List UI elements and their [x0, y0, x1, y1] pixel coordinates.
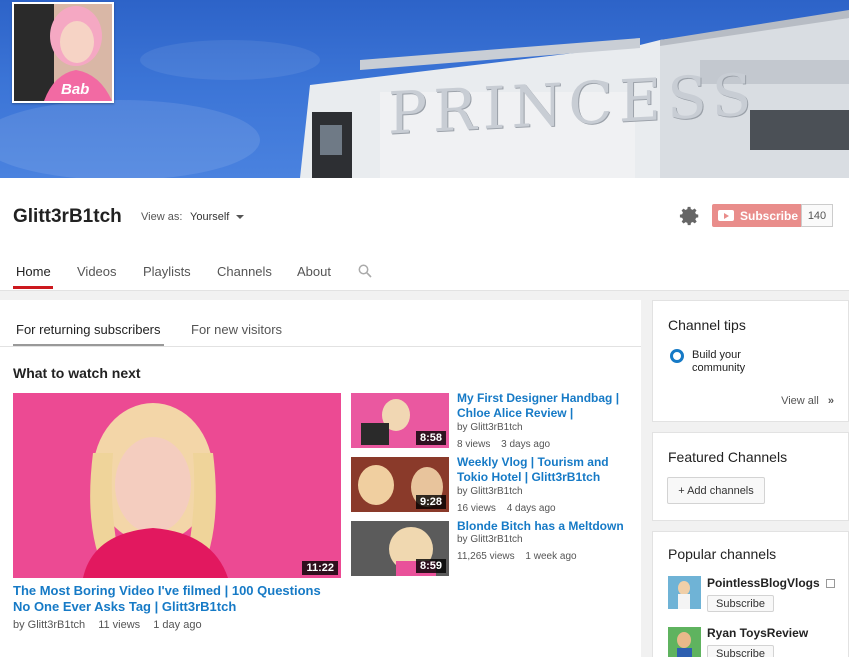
view-as-dropdown[interactable]: Yourself [190, 211, 245, 223]
avatar-shirt-text: Bab [61, 81, 90, 98]
video-views: 11,265 views [457, 551, 515, 562]
verified-icon [826, 579, 835, 588]
channel-avatar-image [668, 576, 701, 609]
channel-name[interactable]: Glitt3rB1tch [13, 206, 122, 228]
tab-home[interactable]: Home [16, 264, 51, 279]
channel-avatar[interactable] [668, 576, 701, 609]
video-age: 3 days ago [501, 439, 551, 450]
tab-channels[interactable]: Channels [217, 264, 272, 279]
channel-avatar-image [668, 627, 701, 657]
channel-tips-title: Channel tips [668, 317, 746, 333]
video-views: 8 views [457, 439, 491, 450]
section-title: What to watch next [13, 365, 141, 381]
subscribe-button[interactable]: Subscribe [707, 595, 774, 612]
video-title[interactable]: My First Designer Handbag | Chloe Alice … [457, 391, 637, 421]
video-meta: 11,265 views 1 week ago [457, 551, 585, 562]
view-all-label: View all [781, 395, 819, 407]
divider [0, 346, 641, 347]
video-title[interactable]: Weekly Vlog | Tourism and Tokio Hotel | … [457, 455, 637, 485]
subscriber-count: 140 [801, 204, 833, 227]
featured-video-meta: by Glitt3rB1tch 11 views 1 day ago [13, 619, 212, 631]
featured-video-title[interactable]: The Most Boring Video I've filmed | 100 … [13, 583, 333, 615]
channel-banner: PRINCESS Bab [0, 0, 849, 178]
video-thumbnail[interactable]: 8:58 [351, 393, 449, 448]
video-age: 1 week ago [525, 551, 577, 562]
popular-channels-title: Popular channels [668, 546, 777, 562]
video-duration: 9:28 [415, 495, 446, 509]
video-duration: 8:58 [415, 431, 446, 445]
popular-channel-name[interactable]: Ryan ToysReview [707, 626, 808, 640]
video-author[interactable]: by Glitt3rB1tch [13, 619, 85, 631]
tab-videos[interactable]: Videos [77, 264, 117, 279]
subtab-returning-subscribers[interactable]: For returning subscribers [16, 322, 161, 337]
gear-icon[interactable] [679, 205, 701, 227]
subscribe-label: Subscribe [740, 208, 799, 223]
channel-avatar[interactable]: Bab [12, 2, 114, 103]
add-channels-button[interactable]: + Add channels [667, 477, 765, 504]
video-author[interactable]: by Glitt3rB1tch [457, 486, 523, 497]
video-duration: 8:59 [415, 559, 446, 573]
video-thumbnail[interactable]: 8:59 [351, 521, 449, 576]
view-all-link[interactable]: View all » [781, 395, 834, 407]
youtube-play-icon [718, 210, 734, 221]
video-author[interactable]: by Glitt3rB1tch [457, 534, 523, 545]
featured-video-thumbnail[interactable]: 11:22 [13, 393, 341, 578]
subtab-new-visitors[interactable]: For new visitors [191, 322, 282, 337]
video-duration: 11:22 [302, 561, 338, 575]
main-panel: For returning subscribers For new visito… [0, 300, 641, 657]
view-as-value: Yourself [190, 211, 230, 223]
video-meta: 8 views 3 days ago [457, 439, 558, 450]
video-age: 4 days ago [506, 503, 556, 514]
subscribe-button[interactable]: Subscribe [707, 645, 774, 657]
tip-build-community[interactable]: Build your community [692, 349, 762, 375]
channel-avatar[interactable] [668, 627, 701, 657]
video-meta: 16 views 4 days ago [457, 503, 564, 514]
featured-channels-title: Featured Channels [668, 449, 788, 465]
channel-tips-card: Channel tips Build your community View a… [652, 300, 849, 422]
subscribe-button[interactable]: Subscribe [712, 204, 801, 227]
featured-channels-card: Featured Channels + Add channels [652, 432, 849, 521]
video-title[interactable]: Blonde Bitch has a Meltdown [457, 519, 637, 534]
tab-about[interactable]: About [297, 264, 331, 279]
popular-channels-card: Popular channels PointlessBlogVlogs Subs… [652, 531, 849, 657]
video-thumbnail[interactable]: 9:28 [351, 457, 449, 512]
channel-header: Glitt3rB1tch View as: Yourself Subscribe… [0, 178, 849, 291]
chevron-right-icon: » [827, 395, 834, 407]
view-as-label: View as: [141, 211, 183, 223]
active-tab-indicator [13, 286, 53, 289]
chevron-down-icon [236, 215, 245, 219]
search-icon[interactable] [358, 264, 372, 278]
video-author[interactable]: by Glitt3rB1tch [457, 422, 523, 433]
tab-playlists[interactable]: Playlists [143, 264, 191, 279]
popular-channel-name[interactable]: PointlessBlogVlogs [707, 576, 820, 590]
video-age: 1 day ago [153, 619, 202, 631]
video-views: 11 views [98, 619, 141, 631]
video-views: 16 views [457, 503, 496, 514]
featured-thumbnail-image [13, 393, 341, 578]
progress-ring-icon [670, 349, 684, 363]
